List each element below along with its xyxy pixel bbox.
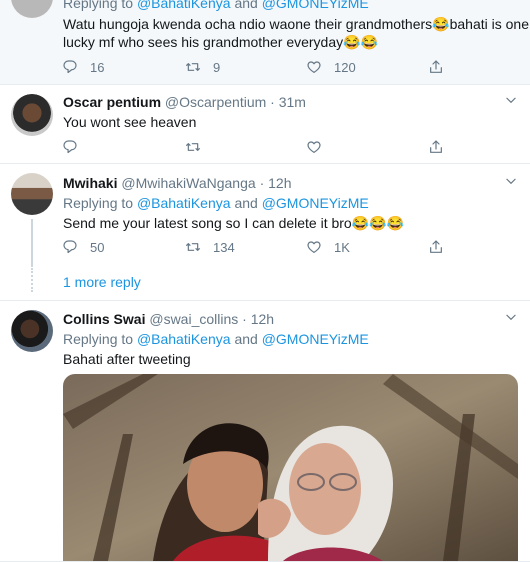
mention-bahatikenya[interactable]: @BahatiKenya bbox=[137, 195, 231, 211]
user-handle[interactable]: @MwihakiWaNganga bbox=[121, 175, 255, 191]
tweet-timestamp[interactable]: 12h bbox=[251, 311, 274, 327]
avatar[interactable] bbox=[11, 94, 53, 136]
tweet-text-line-1: Watu hungoja kwenda ocha ndio waone thei… bbox=[63, 16, 529, 32]
retweet-count: 134 bbox=[213, 239, 235, 255]
replying-to-label: Replying to bbox=[63, 0, 134, 11]
tweet-4[interactable]: Collins Swai @swai_collins · 12h Replyin… bbox=[0, 300, 530, 562]
retweet-count: 9 bbox=[213, 59, 221, 75]
share-button[interactable] bbox=[428, 137, 444, 157]
more-replies-link[interactable]: 1 more reply bbox=[63, 274, 141, 290]
separator-dot: · bbox=[242, 311, 247, 327]
tweet-text-line-2: lucky mf who sees his grandmother everyd… bbox=[63, 34, 378, 50]
chevron-down-icon[interactable] bbox=[504, 310, 518, 324]
retweet-icon bbox=[185, 139, 201, 155]
thread-dots bbox=[31, 268, 35, 292]
photo-image bbox=[63, 374, 518, 561]
tweet-text: You wont see heaven bbox=[63, 114, 197, 130]
tweet-header: Mwihaki @MwihakiWaNganga · 12h bbox=[63, 174, 518, 192]
replying-to-label: Replying to bbox=[63, 331, 134, 347]
mention-gmoneyizme[interactable]: @GMONEYizME bbox=[262, 195, 369, 211]
tweet-1[interactable]: Replying to @BahatiKenya and @GMONEYizME… bbox=[0, 0, 530, 85]
reply-icon bbox=[62, 239, 78, 255]
and-label: and bbox=[234, 331, 258, 347]
tweet-actions: 16 9 120 bbox=[62, 57, 462, 77]
mention-bahatikenya[interactable]: @BahatiKenya bbox=[137, 0, 231, 11]
heart-icon bbox=[306, 139, 322, 155]
reply-count: 50 bbox=[90, 239, 105, 255]
tweet-timestamp[interactable]: 31m bbox=[279, 94, 306, 110]
share-button[interactable] bbox=[428, 57, 444, 77]
reply-button[interactable]: 50 bbox=[62, 237, 104, 257]
tweet-text: Send me your latest song so I can delete… bbox=[63, 215, 405, 231]
user-handle[interactable]: @Oscarpentium bbox=[165, 94, 266, 110]
share-icon bbox=[428, 139, 444, 155]
reply-icon bbox=[62, 139, 78, 155]
avatar[interactable] bbox=[11, 173, 53, 215]
display-name[interactable]: Mwihaki bbox=[63, 175, 117, 191]
tweet-text: Watu hungoja kwenda ocha ndio waone thei… bbox=[63, 15, 529, 51]
retweet-button[interactable]: 9 bbox=[185, 57, 220, 77]
reply-icon bbox=[62, 59, 78, 75]
and-label: and bbox=[234, 0, 258, 11]
separator-dot: · bbox=[259, 175, 265, 191]
like-count: 1K bbox=[334, 239, 350, 255]
chevron-down-icon[interactable] bbox=[504, 93, 518, 107]
tweet-2[interactable]: Oscar pentium @Oscarpentium · 31m You wo… bbox=[0, 85, 530, 164]
share-icon bbox=[428, 239, 444, 255]
tweet-timestamp[interactable]: 12h bbox=[268, 175, 291, 191]
reply-button[interactable] bbox=[62, 137, 78, 157]
mention-gmoneyizme[interactable]: @GMONEYizME bbox=[262, 331, 369, 347]
thread-line bbox=[31, 219, 33, 267]
retweet-button[interactable]: 134 bbox=[185, 237, 235, 257]
avatar[interactable] bbox=[11, 0, 53, 18]
heart-icon bbox=[306, 59, 322, 75]
and-label: and bbox=[234, 195, 258, 211]
like-button[interactable]: 120 bbox=[306, 57, 356, 77]
display-name[interactable]: Oscar pentium bbox=[63, 94, 161, 110]
separator-dot: · bbox=[270, 94, 275, 110]
tweet-header: Oscar pentium @Oscarpentium · 31m bbox=[63, 93, 518, 111]
tweet-actions: 50 134 1K bbox=[62, 237, 462, 257]
avatar[interactable] bbox=[11, 310, 53, 352]
mention-bahatikenya[interactable]: @BahatiKenya bbox=[137, 331, 231, 347]
tweet-actions bbox=[62, 137, 462, 157]
retweet-icon bbox=[185, 239, 201, 255]
share-icon bbox=[428, 59, 444, 75]
tweet-3[interactable]: Mwihaki @MwihakiWaNganga · 12h Replying … bbox=[0, 164, 530, 301]
retweet-button[interactable] bbox=[185, 137, 201, 157]
display-name[interactable]: Collins Swai bbox=[63, 311, 145, 327]
heart-icon bbox=[306, 239, 322, 255]
tweet-photo[interactable] bbox=[63, 374, 518, 561]
replying-to-line: Replying to @BahatiKenya and @GMONEYizME bbox=[63, 0, 518, 12]
like-button[interactable]: 1K bbox=[306, 237, 350, 257]
chevron-down-icon[interactable] bbox=[504, 174, 518, 188]
tweet-header: Collins Swai @swai_collins · 12h bbox=[63, 310, 518, 328]
replying-to-line: Replying to @BahatiKenya and @GMONEYizME bbox=[63, 194, 518, 212]
reply-count: 16 bbox=[90, 59, 105, 75]
user-handle[interactable]: @swai_collins bbox=[149, 311, 238, 327]
share-button[interactable] bbox=[428, 237, 444, 257]
like-count: 120 bbox=[334, 59, 356, 75]
retweet-icon bbox=[185, 59, 201, 75]
replying-to-line: Replying to @BahatiKenya and @GMONEYizME bbox=[63, 330, 518, 348]
like-button[interactable] bbox=[306, 137, 322, 157]
replying-to-label: Replying to bbox=[63, 195, 134, 211]
mention-gmoneyizme[interactable]: @GMONEYizME bbox=[262, 0, 369, 11]
reply-button[interactable]: 16 bbox=[62, 57, 104, 77]
tweet-text: Bahati after tweeting bbox=[63, 351, 191, 367]
